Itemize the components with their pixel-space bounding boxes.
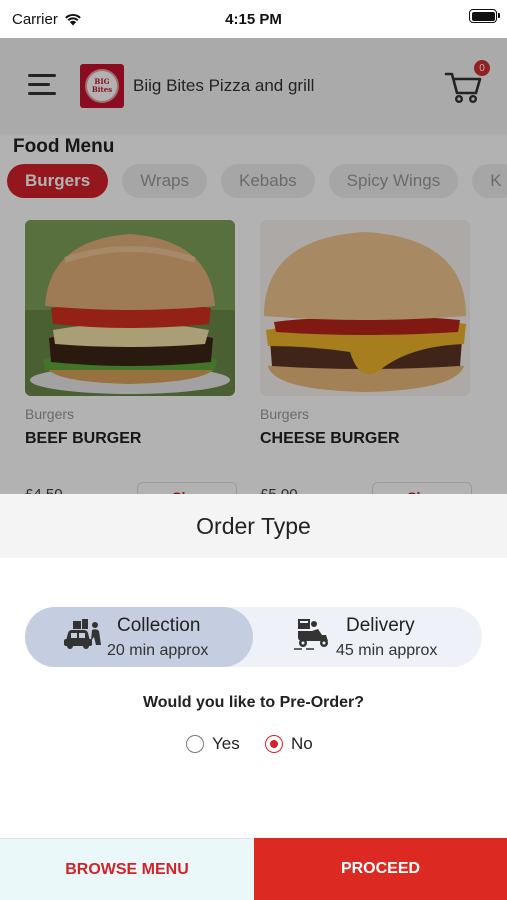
modal-backdrop[interactable] (0, 38, 507, 494)
action-bar: BROWSE MENU PROCEED (0, 838, 507, 900)
collection-time: 20 min approx (107, 642, 209, 659)
preorder-question: Would you like to Pre-Order? (142, 694, 365, 711)
preorder-yes-label: Yes (212, 734, 240, 753)
collection-label: Collection (117, 615, 201, 636)
radio-checked-icon (265, 735, 283, 753)
wifi-icon (65, 13, 81, 26)
preorder-yes-radio[interactable]: Yes (186, 734, 240, 754)
preorder-radio-group: Yes No (0, 734, 507, 760)
delivery-label: Delivery (346, 615, 415, 636)
carrier-indicator: Carrier (12, 11, 82, 28)
delivery-option[interactable]: Delivery 45 min approx (254, 607, 482, 667)
radio-unchecked-icon (186, 735, 204, 753)
order-type-toggle: Collection 20 min approx Delivery 45 min… (25, 607, 482, 667)
collection-option[interactable]: Collection 20 min approx (25, 607, 253, 667)
scooter-delivery-icon (294, 619, 328, 650)
browse-menu-button[interactable]: BROWSE MENU (0, 838, 254, 900)
carrier-label: Carrier (12, 10, 58, 28)
delivery-time: 45 min approx (336, 642, 438, 659)
preorder-no-radio[interactable]: No (265, 734, 313, 754)
status-bar: Carrier 4:15 PM (0, 0, 507, 38)
preorder-no-label: No (291, 734, 313, 753)
order-type-title: Order Type (0, 494, 507, 558)
battery-icon (469, 9, 500, 23)
car-collection-icon (64, 619, 101, 649)
proceed-button[interactable]: PROCEED (254, 838, 507, 900)
